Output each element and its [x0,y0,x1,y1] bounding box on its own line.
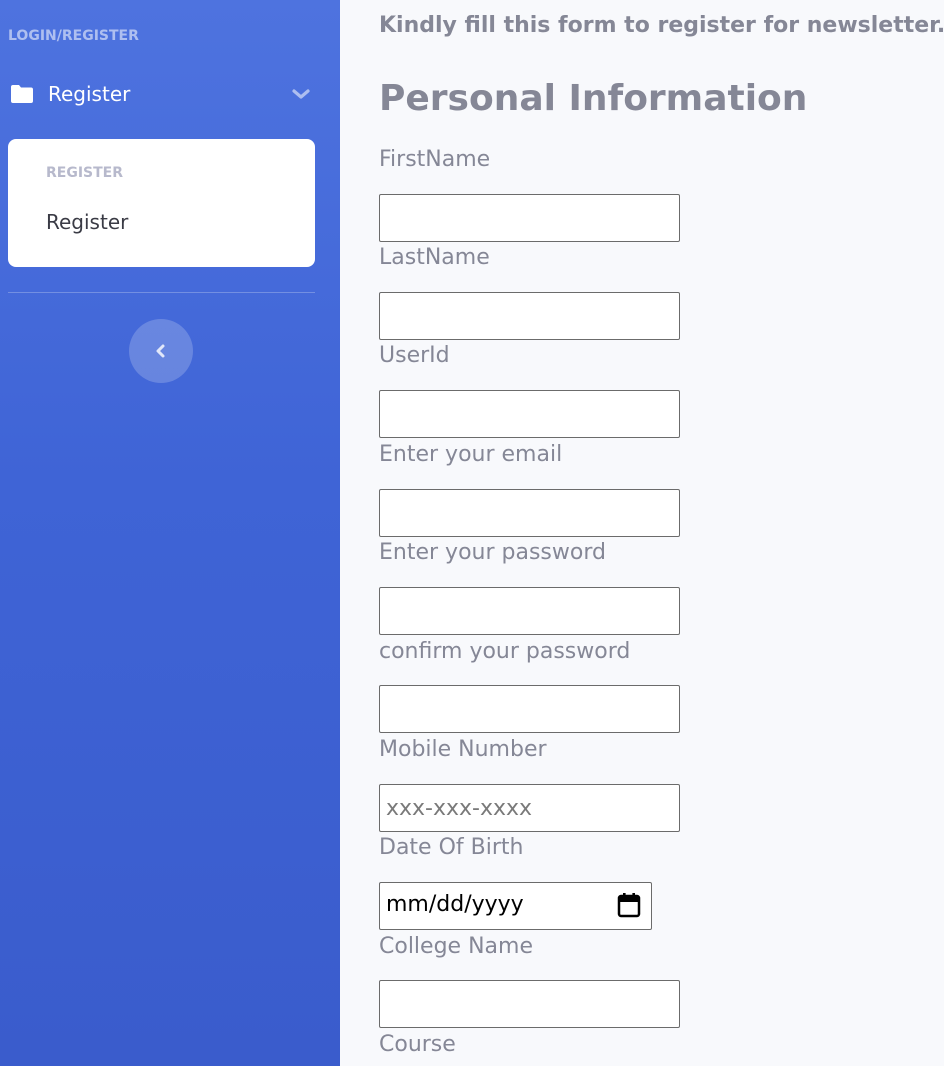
sidebar-item-register[interactable]: Register [0,72,340,118]
password-field[interactable] [379,587,680,635]
dob-value: mm/dd/yyyy [386,892,524,917]
dob-field[interactable]: mm/dd/yyyy [379,882,652,930]
first-name-label: FirstName [379,147,491,172]
sidebar-collapse-menu: REGISTER Register [8,139,315,267]
user-id-label: UserId [379,343,450,368]
sidebar-toggle-button[interactable] [129,319,193,383]
email-field[interactable] [379,489,680,537]
last-name-label: LastName [379,245,490,270]
chevron-down-icon[interactable] [290,86,312,102]
sidebar-divider [8,292,315,293]
folder-icon [11,85,33,103]
college-label: College Name [379,934,533,959]
collapse-header: REGISTER [46,165,124,181]
course-label: Course [379,1032,456,1057]
last-name-input[interactable] [379,292,680,340]
intro-text: Kindly fill this form to register for ne… [379,13,944,38]
mobile-label: Mobile Number [379,737,547,762]
sidebar-heading: LOGIN/REGISTER [8,28,139,44]
email-label: Enter your email [379,442,563,467]
sidebar-item-label: Register [48,82,131,106]
first-name-input[interactable] [379,194,680,242]
confirm-password-label: confirm your password [379,639,631,664]
user-id-input[interactable] [379,390,680,438]
page-title: Personal Information [379,78,808,119]
dob-label: Date Of Birth [379,835,524,860]
sidebar: LOGIN/REGISTER Register REGISTER Registe… [0,0,340,1066]
password-label: Enter your password [379,540,606,565]
collapse-item-register[interactable]: Register [46,210,128,234]
calendar-icon[interactable] [616,891,642,919]
confirm-password-field[interactable] [379,685,680,733]
page: LOGIN/REGISTER Register REGISTER Registe… [0,0,944,1066]
college-field[interactable] [379,980,680,1028]
chevron-left-icon [156,344,165,358]
mobile-field[interactable] [379,784,680,832]
